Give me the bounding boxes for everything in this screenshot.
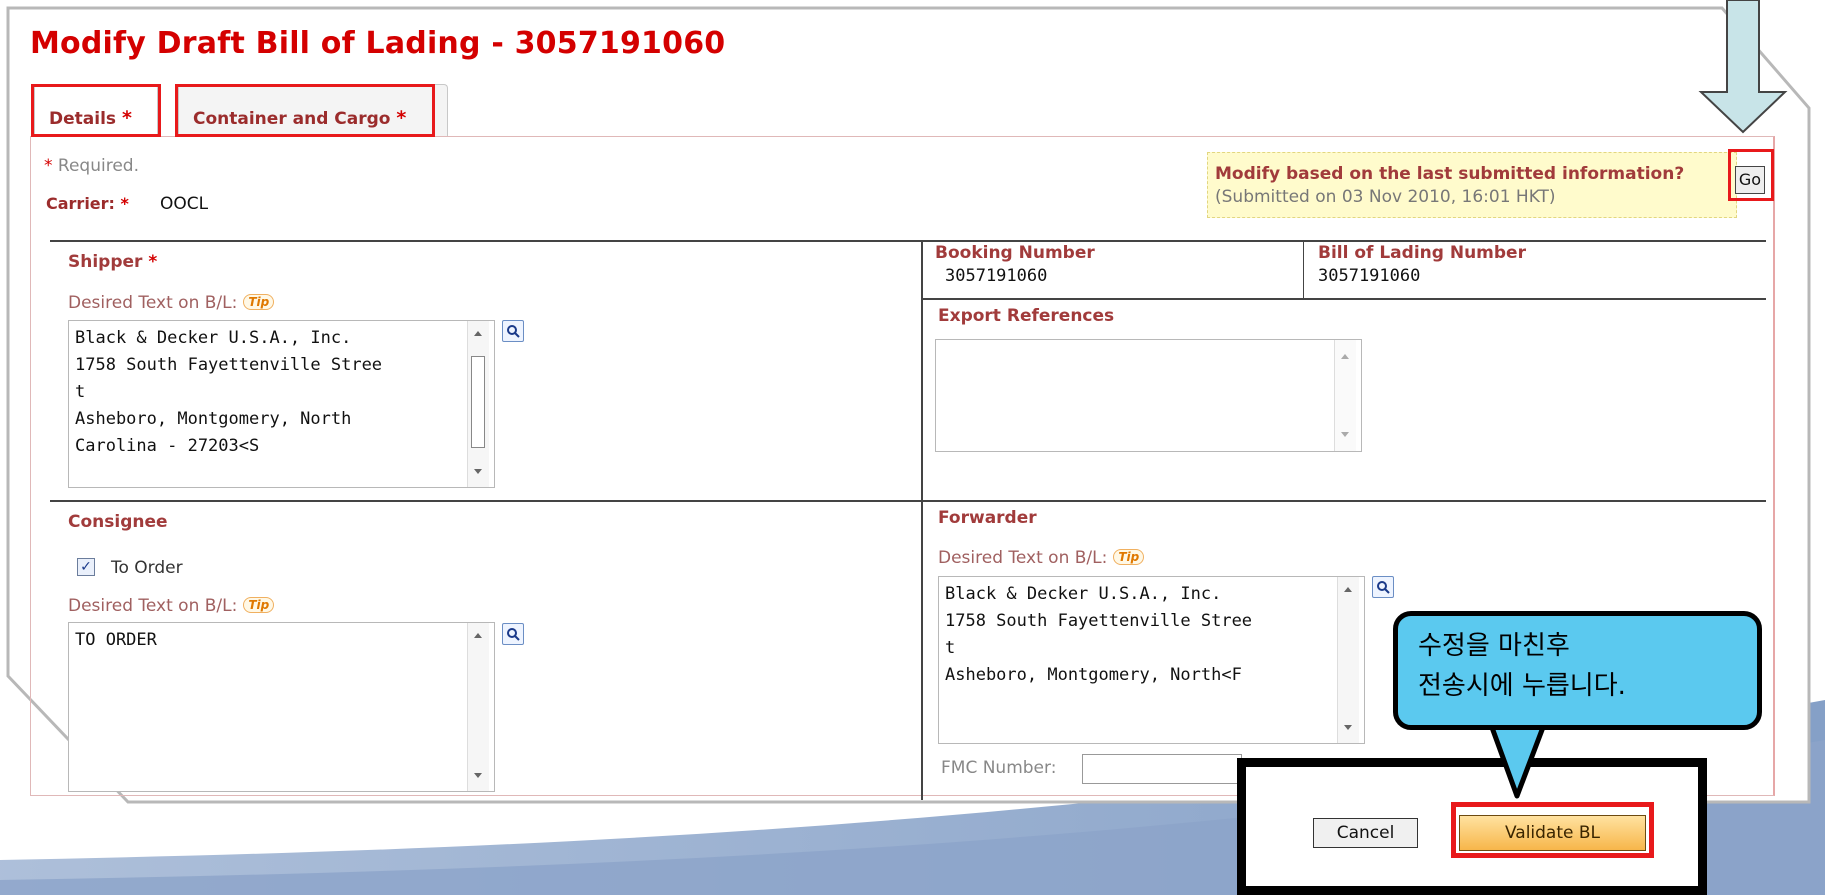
booking-number-label: Booking Number bbox=[935, 243, 1095, 263]
callout-pointer bbox=[1484, 722, 1552, 799]
resubmit-notice bbox=[1207, 152, 1737, 218]
forwarder-scrollbar[interactable] bbox=[1337, 577, 1359, 743]
grid-divider-vertical bbox=[921, 240, 923, 800]
forwarder-label: Forwarder bbox=[938, 508, 1037, 528]
shipper-desired-text-label: Desired Text on B/L: Tip bbox=[68, 293, 275, 313]
notice-question: Modify based on the last submitted infor… bbox=[1215, 164, 1685, 184]
required-note: * Required. bbox=[44, 156, 139, 176]
consignee-desired-text-label: Desired Text on B/L: Tip bbox=[68, 596, 275, 616]
grid-row-middle bbox=[50, 500, 1766, 502]
consignee-label: Consignee bbox=[68, 512, 168, 532]
tip-icon[interactable]: Tip bbox=[1113, 549, 1145, 565]
shipper-label: Shipper * bbox=[68, 252, 158, 272]
bl-number-value: 3057191060 bbox=[1318, 266, 1421, 286]
tab-label: Details bbox=[49, 109, 117, 129]
carrier-value: OOCL bbox=[160, 194, 209, 214]
required-mark: * bbox=[396, 107, 407, 129]
export-references-textarea[interactable] bbox=[935, 339, 1362, 452]
forwarder-desired-text-label: Desired Text on B/L: Tip bbox=[938, 548, 1145, 568]
cancel-button[interactable]: Cancel bbox=[1313, 818, 1418, 848]
export-references-scrollbar[interactable] bbox=[1334, 340, 1356, 451]
consignee-scrollbar[interactable] bbox=[467, 623, 489, 791]
shipper-search-icon[interactable] bbox=[502, 320, 524, 342]
forwarder-textarea[interactable]: Black & Decker U.S.A., Inc. 1758 South F… bbox=[938, 576, 1365, 744]
to-order-label: To Order bbox=[111, 558, 183, 578]
consignee-search-icon[interactable] bbox=[502, 623, 524, 645]
callout-text: 수정을 마친후 전송시에 누릅니다. bbox=[1418, 631, 1626, 701]
export-references-label: Export References bbox=[938, 306, 1115, 326]
go-button[interactable]: Go bbox=[1735, 166, 1765, 194]
down-arrow-icon bbox=[1698, 0, 1788, 134]
grid-row-booking bbox=[921, 298, 1766, 300]
consignee-textarea[interactable]: TO ORDER bbox=[68, 622, 495, 792]
page-title: Modify Draft Bill of Lading - 3057191060 bbox=[30, 26, 726, 61]
fmc-number-label: FMC Number: bbox=[941, 758, 1057, 778]
shipper-scrollbar[interactable] bbox=[467, 321, 489, 487]
booking-number-value: 3057191060 bbox=[945, 266, 1048, 286]
to-order-checkbox[interactable]: ✓ bbox=[77, 558, 95, 576]
forwarder-search-icon[interactable] bbox=[1372, 576, 1394, 598]
carrier-label: Carrier: * bbox=[46, 194, 129, 213]
required-mark: * bbox=[121, 107, 132, 129]
grid-top bbox=[50, 240, 1766, 242]
fmc-number-input[interactable] bbox=[1082, 754, 1242, 784]
tip-icon[interactable]: Tip bbox=[243, 294, 275, 310]
grid-divider-booking bbox=[1303, 240, 1304, 298]
bl-number-label: Bill of Lading Number bbox=[1318, 243, 1526, 263]
shipper-textarea[interactable]: Black & Decker U.S.A., Inc. 1758 South F… bbox=[68, 320, 495, 488]
validate-bl-button[interactable]: Validate BL bbox=[1459, 815, 1646, 851]
tip-icon[interactable]: Tip bbox=[243, 597, 275, 613]
tab-container-cargo[interactable]: Container and Cargo * bbox=[178, 84, 448, 136]
notice-submitted-date: (Submitted on 03 Nov 2010, 16:01 HKT) bbox=[1215, 187, 1556, 207]
tab-label: Container and Cargo bbox=[193, 109, 391, 129]
tab-details[interactable]: Details * bbox=[34, 84, 158, 136]
